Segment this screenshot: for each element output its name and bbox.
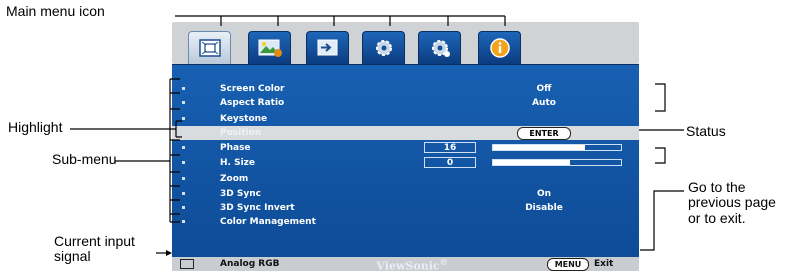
current-input-callout-line1: Current input <box>54 233 135 249</box>
tab-picture[interactable] <box>248 31 291 64</box>
highlight-callout: Highlight <box>8 119 63 135</box>
menu-item-3d-sync[interactable]: 3D Sync On <box>172 187 639 201</box>
current-input-callout: Current input signal <box>54 233 135 265</box>
tab-display[interactable] <box>188 31 231 64</box>
bullet-icon <box>182 87 185 90</box>
tab-system-setup-basic[interactable] <box>362 31 405 64</box>
menu-item-value: Auto <box>532 98 556 108</box>
menu-item-value: Disable <box>525 203 563 213</box>
go-back-callout-line2: previous page <box>688 194 776 211</box>
bullet-icon <box>182 206 185 209</box>
menu-item-label: H. Size <box>220 158 255 168</box>
current-input-callout-line2: signal <box>54 248 91 265</box>
h-size-value-box: 0 <box>424 157 476 168</box>
menu-item-label: Position <box>220 128 262 138</box>
exit-label: Exit <box>594 259 614 269</box>
tab-source[interactable] <box>306 31 349 64</box>
menu-item-label: 3D Sync Invert <box>220 203 295 213</box>
bullet-icon <box>182 131 185 134</box>
sub-menu-callout: Sub-menu <box>52 151 117 167</box>
bullet-icon <box>182 146 185 149</box>
system-setup-basic-icon <box>376 40 392 56</box>
osd-footer: Analog RGB ViewSonic® MENU Exit <box>172 257 639 273</box>
menu-item-label: Phase <box>220 143 251 153</box>
menu-item-position[interactable]: Position ENTER <box>172 126 639 140</box>
menu-item-label: Aspect Ratio <box>220 98 285 108</box>
menu-item-value: On <box>536 189 552 199</box>
menu-key-button[interactable]: MENU <box>547 258 589 271</box>
h-size-slider-fill <box>493 160 570 165</box>
h-size-slider[interactable] <box>492 159 622 166</box>
menu-item-label: Keystone <box>220 114 268 124</box>
phase-value-box: 16 <box>424 142 476 153</box>
go-back-callout-line1: Go to the <box>688 179 746 195</box>
main-menu-tab-bar <box>172 22 639 64</box>
source-icon <box>317 39 338 56</box>
menu-item-h-size[interactable]: H. Size 0 <box>172 156 639 170</box>
tab-system-setup-advanced[interactable] <box>418 31 461 64</box>
system-setup-advanced-icon <box>432 40 450 57</box>
bullet-icon <box>182 192 185 195</box>
go-back-callout: Go to the previous page or to exit. <box>688 179 776 226</box>
brand-name: ViewSonic <box>376 259 440 273</box>
menu-item-color-management[interactable]: Color Management <box>172 215 639 229</box>
bullet-icon <box>182 177 185 180</box>
osd-menu-panel: Screen Color Off Aspect Ratio Auto Keyst… <box>172 64 639 258</box>
menu-item-label: Color Management <box>220 217 316 227</box>
information-icon <box>490 38 510 58</box>
phase-slider[interactable] <box>492 144 622 151</box>
display-icon <box>199 39 221 57</box>
bullet-icon <box>182 161 185 164</box>
menu-item-phase[interactable]: Phase 16 <box>172 141 639 155</box>
menu-item-keystone[interactable]: Keystone <box>172 112 639 126</box>
bullet-icon <box>182 117 185 120</box>
tab-information[interactable] <box>478 31 521 64</box>
menu-item-zoom[interactable]: Zoom <box>172 172 639 186</box>
enter-button[interactable]: ENTER <box>517 127 571 140</box>
menu-item-aspect-ratio[interactable]: Aspect Ratio Auto <box>172 96 639 110</box>
current-input-label: Analog RGB <box>220 259 280 269</box>
picture-icon <box>258 39 282 57</box>
brand-registered-mark: ® <box>439 257 448 267</box>
bullet-icon <box>182 220 185 223</box>
go-back-callout-line3: or to exit. <box>688 209 746 226</box>
input-source-icon <box>180 259 194 269</box>
brand-logo: ViewSonic® <box>376 257 447 273</box>
menu-item-3d-sync-invert[interactable]: 3D Sync Invert Disable <box>172 201 639 215</box>
main-menu-icon-callout: Main menu icon <box>6 3 105 19</box>
phase-slider-fill <box>493 145 586 150</box>
menu-item-value: Off <box>536 84 552 94</box>
status-callout: Status <box>686 123 726 139</box>
menu-item-label: Zoom <box>220 174 249 184</box>
menu-item-label: 3D Sync <box>220 189 261 199</box>
bullet-icon <box>182 101 185 104</box>
menu-item-screen-color[interactable]: Screen Color Off <box>172 82 639 96</box>
menu-item-label: Screen Color <box>220 84 285 94</box>
